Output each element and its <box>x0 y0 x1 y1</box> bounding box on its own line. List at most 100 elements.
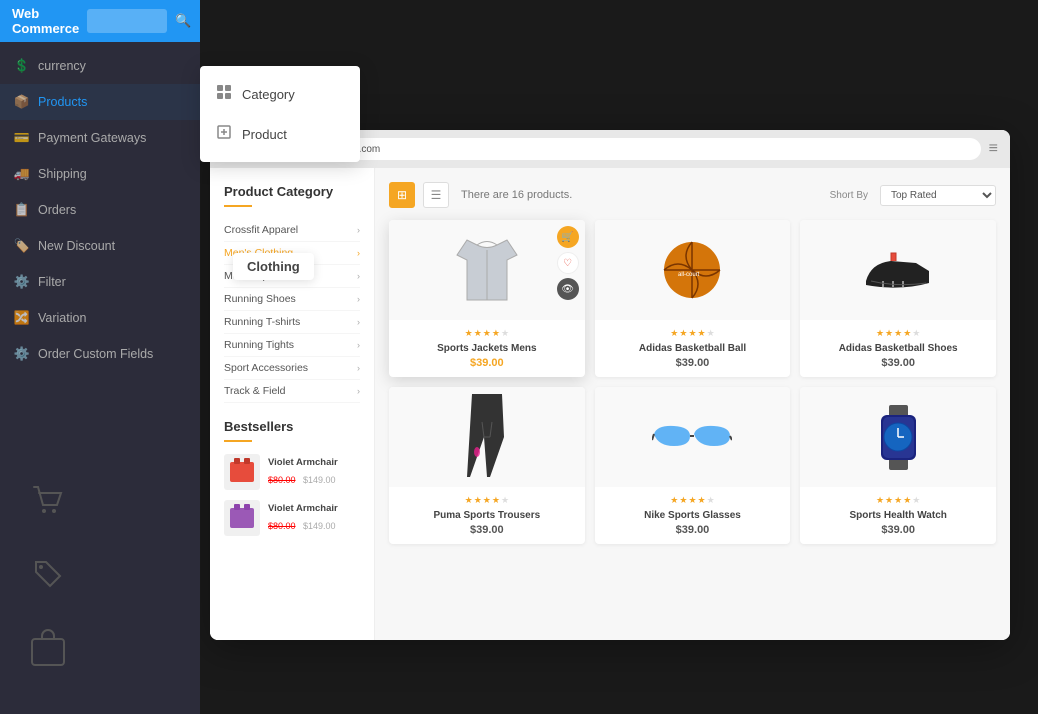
star: ★ <box>670 328 678 339</box>
shipping-icon: 🚚 <box>14 166 30 182</box>
star: ★ <box>894 328 902 339</box>
left-panel: Product Category Crossfit Apparel›Men's … <box>210 168 375 640</box>
clothing-badge-label: Clothing <box>247 259 300 274</box>
product-info: ★★★★★ Adidas Basketball Shoes $39.00 <box>800 320 996 377</box>
product-name: Adidas Basketball Shoes <box>808 343 988 354</box>
sidebar-item-products-label: Products <box>38 95 87 109</box>
product-actions: 🛒 ♡ 👁 <box>557 226 579 300</box>
quick-view-button[interactable]: 👁 <box>557 278 579 300</box>
product-rating: ★★★★★ <box>808 328 988 339</box>
sidebar-bottom-icons <box>0 483 200 674</box>
star: ★ <box>912 495 920 506</box>
product-card[interactable]: all-court ★★★★★ Adidas Basketball Ball $… <box>595 220 791 377</box>
category-title-underline <box>224 205 252 207</box>
grid-view-button[interactable]: ⊞ <box>389 182 415 208</box>
sidebar-item-custom-fields[interactable]: ⚙️ Order Custom Fields <box>0 336 200 372</box>
sidebar-item-orders-label: Orders <box>38 203 76 217</box>
browser-menu-icon[interactable]: ≡ <box>989 140 998 158</box>
sidebar-item-variation[interactable]: 🔀 Variation <box>0 300 200 336</box>
dropdown-item-category[interactable]: Category <box>200 74 360 114</box>
sidebar-item-shipping-label: Shipping <box>38 167 87 181</box>
product-info: ★★★★★ Nike Sports Glasses $39.00 <box>595 487 791 544</box>
dropdown-item-product[interactable]: Product <box>200 114 360 154</box>
product-card[interactable]: ★★★★★ Sports Health Watch $39.00 <box>800 387 996 544</box>
product-info: ★★★★★ Sports Health Watch $39.00 <box>800 487 996 544</box>
product-price: $39.00 <box>397 524 577 536</box>
star: ★ <box>688 495 696 506</box>
product-card[interactable]: 🛒 ♡ 👁 ★★★★★ Sports Jackets Mens $39.00 <box>389 220 585 377</box>
category-item[interactable]: Crossfit Apparel› <box>224 219 360 242</box>
bestseller-name-2: Violet Armchair <box>268 503 360 514</box>
product-rating: ★★★★★ <box>808 495 988 506</box>
bag-icon <box>30 627 66 674</box>
discount-icon: 🏷️ <box>14 238 30 254</box>
star: ★ <box>912 328 920 339</box>
sort-select[interactable]: Top Rated Price: Low to High Price: High… <box>880 185 996 206</box>
products-toolbar: ⊞ ☰ There are 16 products. Short By Top … <box>389 182 996 208</box>
sidebar-item-currency-label: currency <box>38 59 86 73</box>
product-price: $39.00 <box>808 524 988 536</box>
category-icon <box>216 84 232 104</box>
list-view-button[interactable]: ☰ <box>423 182 449 208</box>
sidebar-item-orders[interactable]: 📋 Orders <box>0 192 200 228</box>
product-card[interactable]: ★★★★★ Nike Sports Glasses $39.00 <box>595 387 791 544</box>
variation-icon: 🔀 <box>14 310 30 326</box>
product-image: 🛒 ♡ 👁 <box>389 220 585 320</box>
sidebar-item-discount[interactable]: 🏷️ New Discount <box>0 228 200 264</box>
star: ★ <box>465 328 473 339</box>
star: ★ <box>501 328 509 339</box>
products-icon: 📦 <box>14 94 30 110</box>
category-item[interactable]: Running Shoes› <box>224 288 360 311</box>
star: ★ <box>698 495 706 506</box>
category-item[interactable]: Track & Field› <box>224 380 360 403</box>
bestseller-info-2: Violet Armchair $80.00 $149.00 <box>268 503 360 534</box>
star: ★ <box>903 495 911 506</box>
category-item[interactable]: Running Tights› <box>224 334 360 357</box>
product-info: ★★★★★ Sports Jackets Mens $39.00 <box>389 320 585 377</box>
filter-icon: ⚙️ <box>14 274 30 290</box>
category-item[interactable]: Running T-shirts› <box>224 311 360 334</box>
sidebar-item-payment[interactable]: 💳 Payment Gateways <box>0 120 200 156</box>
category-item[interactable]: Sport Accessories› <box>224 357 360 380</box>
svg-text:all-court: all-court <box>678 272 700 278</box>
wishlist-button[interactable]: ♡ <box>557 252 579 274</box>
bestseller-img-2 <box>224 500 260 536</box>
clothing-badge: Clothing <box>233 253 314 280</box>
star: ★ <box>474 328 482 339</box>
bestseller-new-price-2: $149.00 <box>303 521 336 531</box>
sidebar: Web Commerce 🔍 💲 currency 📦 Products 💳 P… <box>0 0 200 714</box>
sidebar-item-currency[interactable]: 💲 currency <box>0 48 200 84</box>
custom-fields-icon: ⚙️ <box>14 346 30 362</box>
search-icon-button[interactable]: 🔍 <box>175 13 191 29</box>
sidebar-item-payment-label: Payment Gateways <box>38 131 146 145</box>
bestseller-old-price-2: $80.00 <box>268 521 296 531</box>
bestseller-item-2: Violet Armchair $80.00 $149.00 <box>224 500 360 536</box>
sidebar-item-shipping[interactable]: 🚚 Shipping <box>0 156 200 192</box>
sidebar-item-products[interactable]: 📦 Products <box>0 84 200 120</box>
url-bar[interactable]: 🔒 https › domain.com <box>270 138 981 160</box>
cart-icon <box>30 483 66 526</box>
bestseller-name-1: Violet Armchair <box>268 457 360 468</box>
star: ★ <box>670 495 678 506</box>
star: ★ <box>483 495 491 506</box>
product-card[interactable]: ★★★★★ Puma Sports Trousers $39.00 <box>389 387 585 544</box>
product-card[interactable]: ★★★★★ Adidas Basketball Shoes $39.00 <box>800 220 996 377</box>
sidebar-item-variation-label: Variation <box>38 311 86 325</box>
search-input[interactable] <box>87 9 167 33</box>
star: ★ <box>707 495 715 506</box>
tag-icon <box>30 556 64 597</box>
add-to-cart-button[interactable]: 🛒 <box>557 226 579 248</box>
currency-icon: 💲 <box>14 58 30 74</box>
product-image <box>800 387 996 487</box>
sidebar-item-filter[interactable]: ⚙️ Filter <box>0 264 200 300</box>
category-panel-title: Product Category <box>224 184 360 199</box>
star: ★ <box>894 495 902 506</box>
star: ★ <box>483 328 491 339</box>
product-name: Sports Jackets Mens <box>397 343 577 354</box>
product-name: Sports Health Watch <box>808 510 988 521</box>
star: ★ <box>492 495 500 506</box>
star: ★ <box>474 495 482 506</box>
product-rating: ★★★★★ <box>603 328 783 339</box>
product-price: $39.00 <box>603 524 783 536</box>
product-rating: ★★★★★ <box>603 495 783 506</box>
